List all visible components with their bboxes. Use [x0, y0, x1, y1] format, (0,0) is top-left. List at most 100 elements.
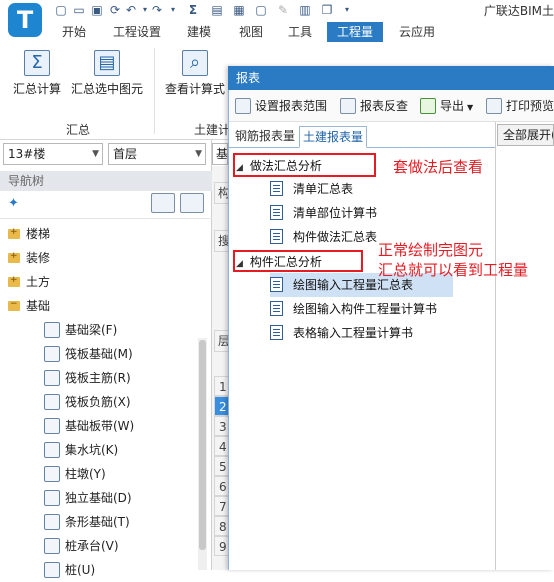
nav-folder-earthwork[interactable]: + 土方: [0, 270, 196, 294]
tab-start[interactable]: 开始: [54, 22, 94, 42]
export-button[interactable]: 导出 ▼: [420, 97, 473, 117]
divider: [0, 218, 212, 219]
middle-cell-selected: 2: [214, 396, 229, 416]
tab-view[interactable]: 视图: [230, 22, 272, 42]
nav-item-raft[interactable]: 筏板基础(M): [0, 342, 196, 366]
document-icon: [270, 229, 283, 244]
nav-item-pile-cap[interactable]: 桩承台(V): [0, 534, 196, 558]
tree-leaf-drawing-component-calc[interactable]: 绘图输入构件工程量计算书: [270, 297, 494, 321]
annotation-box-component: [233, 250, 363, 272]
nav-folder-label: 楼梯: [26, 227, 51, 241]
nav-item-label: 筏板负筋(X): [65, 395, 131, 409]
layer-combo-value: 首层: [113, 147, 138, 161]
view-formula-label: 查看计算式: [164, 82, 225, 96]
nav-item-raft-neg-rebar[interactable]: 筏板负筋(X): [0, 390, 196, 414]
document-icon: [270, 277, 283, 292]
middle-cell: 6: [214, 476, 229, 496]
detail-view-icon[interactable]: [180, 193, 204, 213]
nav-item-raft-main-rebar[interactable]: 筏板主筋(R): [0, 366, 196, 390]
middle-cell: 9: [214, 536, 229, 556]
print-icon: [486, 97, 502, 114]
tab-project-settings[interactable]: 工程设置: [106, 22, 168, 42]
summary-calc-button[interactable]: Σ 汇总计算: [8, 50, 66, 97]
tab-quantities[interactable]: 工程量: [327, 22, 383, 42]
report-lookup-button[interactable]: 报表反查: [340, 97, 408, 115]
view-report-icon[interactable]: ▦: [232, 3, 246, 17]
nav-item-label: 筏板主筋(R): [65, 371, 131, 385]
nav-folder-decoration[interactable]: + 装修: [0, 246, 196, 270]
footing-icon: [44, 489, 60, 506]
nav-item-label: 筏板基础(M): [65, 347, 133, 361]
nav-item-isolated-footing[interactable]: 独立基础(D): [0, 486, 196, 510]
layer-combo[interactable]: 首层 ▼: [108, 143, 206, 165]
nav-item-pile[interactable]: 桩(U): [0, 558, 196, 582]
annotation-text-1: 套做法后查看: [393, 158, 484, 176]
nav-item-strip-footing[interactable]: 条形基础(T): [0, 510, 196, 534]
tab-modeling[interactable]: 建模: [178, 22, 220, 42]
calc-report-icon[interactable]: ▤: [210, 3, 224, 17]
pin-icon[interactable]: ✦: [8, 196, 19, 211]
list-view-icon[interactable]: [151, 193, 175, 213]
strip-footing-icon: [44, 513, 60, 530]
middle-cell: 搜: [214, 230, 230, 252]
formula-search-icon: ⌕: [182, 50, 208, 76]
group-label-civil: 土建计: [194, 123, 231, 137]
folder-plus-icon: +: [8, 227, 20, 239]
undo-icon[interactable]: ↶: [124, 3, 138, 17]
print-preview-button[interactable]: 打印预览: [486, 97, 554, 115]
nav-scrollbar-thumb[interactable]: [199, 340, 206, 550]
chevron-down-icon: ▼: [195, 149, 202, 159]
lookup-icon: [340, 97, 356, 114]
nav-item-label: 桩承台(V): [65, 539, 119, 553]
nav-item-pier[interactable]: 柱墩(Y): [0, 462, 196, 486]
edit-icon[interactable]: ✎: [276, 3, 290, 17]
expand-all-button[interactable]: 全部展开(: [497, 124, 554, 146]
nav-item-sump-pit[interactable]: 集水坑(K): [0, 438, 196, 462]
quick-access-dropdown-icon[interactable]: ▾: [340, 3, 354, 17]
annotation-box-method: [233, 153, 376, 177]
middle-cell: 7: [214, 496, 229, 516]
raft-icon: [44, 345, 60, 362]
save-icon[interactable]: ▣: [90, 3, 104, 17]
summary-selected-label: 汇总选中图元: [70, 82, 143, 96]
middle-cell: 构: [214, 182, 230, 204]
new-file-icon[interactable]: ▢: [54, 3, 68, 17]
nav-folder-foundation[interactable]: − 基础: [0, 294, 196, 318]
nav-item-label: 条形基础(T): [65, 515, 130, 529]
floor-combo[interactable]: 13#楼 ▼: [3, 143, 103, 165]
nav-item-label: 基础板带(W): [65, 419, 135, 433]
tab-rebar-report[interactable]: 钢筋报表量: [232, 126, 298, 148]
nav-folder-label: 基础: [26, 299, 51, 313]
tab-cloud-apps[interactable]: 云应用: [392, 22, 442, 42]
nav-item-foundation-beam[interactable]: 基础梁(F): [0, 318, 196, 342]
tab-civil-report[interactable]: 土建报表量: [299, 126, 368, 148]
copy-icon[interactable]: ❐: [320, 3, 334, 17]
app-logo[interactable]: T: [8, 3, 42, 37]
nav-item-label: 基础梁(F): [65, 323, 118, 337]
folder-plus-icon: +: [8, 251, 20, 263]
view-formula-button[interactable]: ⌕ 查看计算式: [160, 50, 230, 97]
check-icon[interactable]: ▢: [254, 3, 268, 17]
set-report-range-button[interactable]: 设置报表范围: [235, 97, 327, 115]
nav-folder-stairs[interactable]: + 楼梯: [0, 222, 196, 246]
tab-tools[interactable]: 工具: [280, 22, 320, 42]
redo-dropdown-icon[interactable]: ▾: [166, 3, 180, 17]
component-combo[interactable]: 基: [212, 143, 228, 165]
annotation-text-2b: 汇总就可以看到工程量: [378, 261, 529, 279]
tree-leaf-label: 表格输入工程量计算书: [293, 326, 414, 340]
rebar-icon: [44, 369, 60, 386]
sync-icon[interactable]: ⟳: [108, 3, 122, 17]
redo-icon[interactable]: ↷: [150, 3, 164, 17]
open-folder-icon[interactable]: ▭: [72, 3, 86, 17]
grid-icon[interactable]: ▥: [298, 3, 312, 17]
tree-leaf-table-calc[interactable]: 表格输入工程量计算书: [270, 321, 494, 345]
report-preview-panel: [495, 122, 554, 570]
annotation-text-2a: 正常绘制完图元: [378, 241, 484, 259]
nav-item-slab-strip[interactable]: 基础板带(W): [0, 414, 196, 438]
chevron-down-icon: ▼: [92, 149, 99, 159]
summary-selected-button[interactable]: ▤ 汇总选中图元: [68, 50, 146, 97]
nav-folder-label: 土方: [26, 275, 51, 289]
sum-icon[interactable]: Σ: [186, 3, 200, 17]
tree-leaf-bill-part-calc[interactable]: 清单部位计算书: [270, 201, 494, 225]
tree-leaf-bill-summary[interactable]: 清单汇总表: [270, 177, 494, 201]
